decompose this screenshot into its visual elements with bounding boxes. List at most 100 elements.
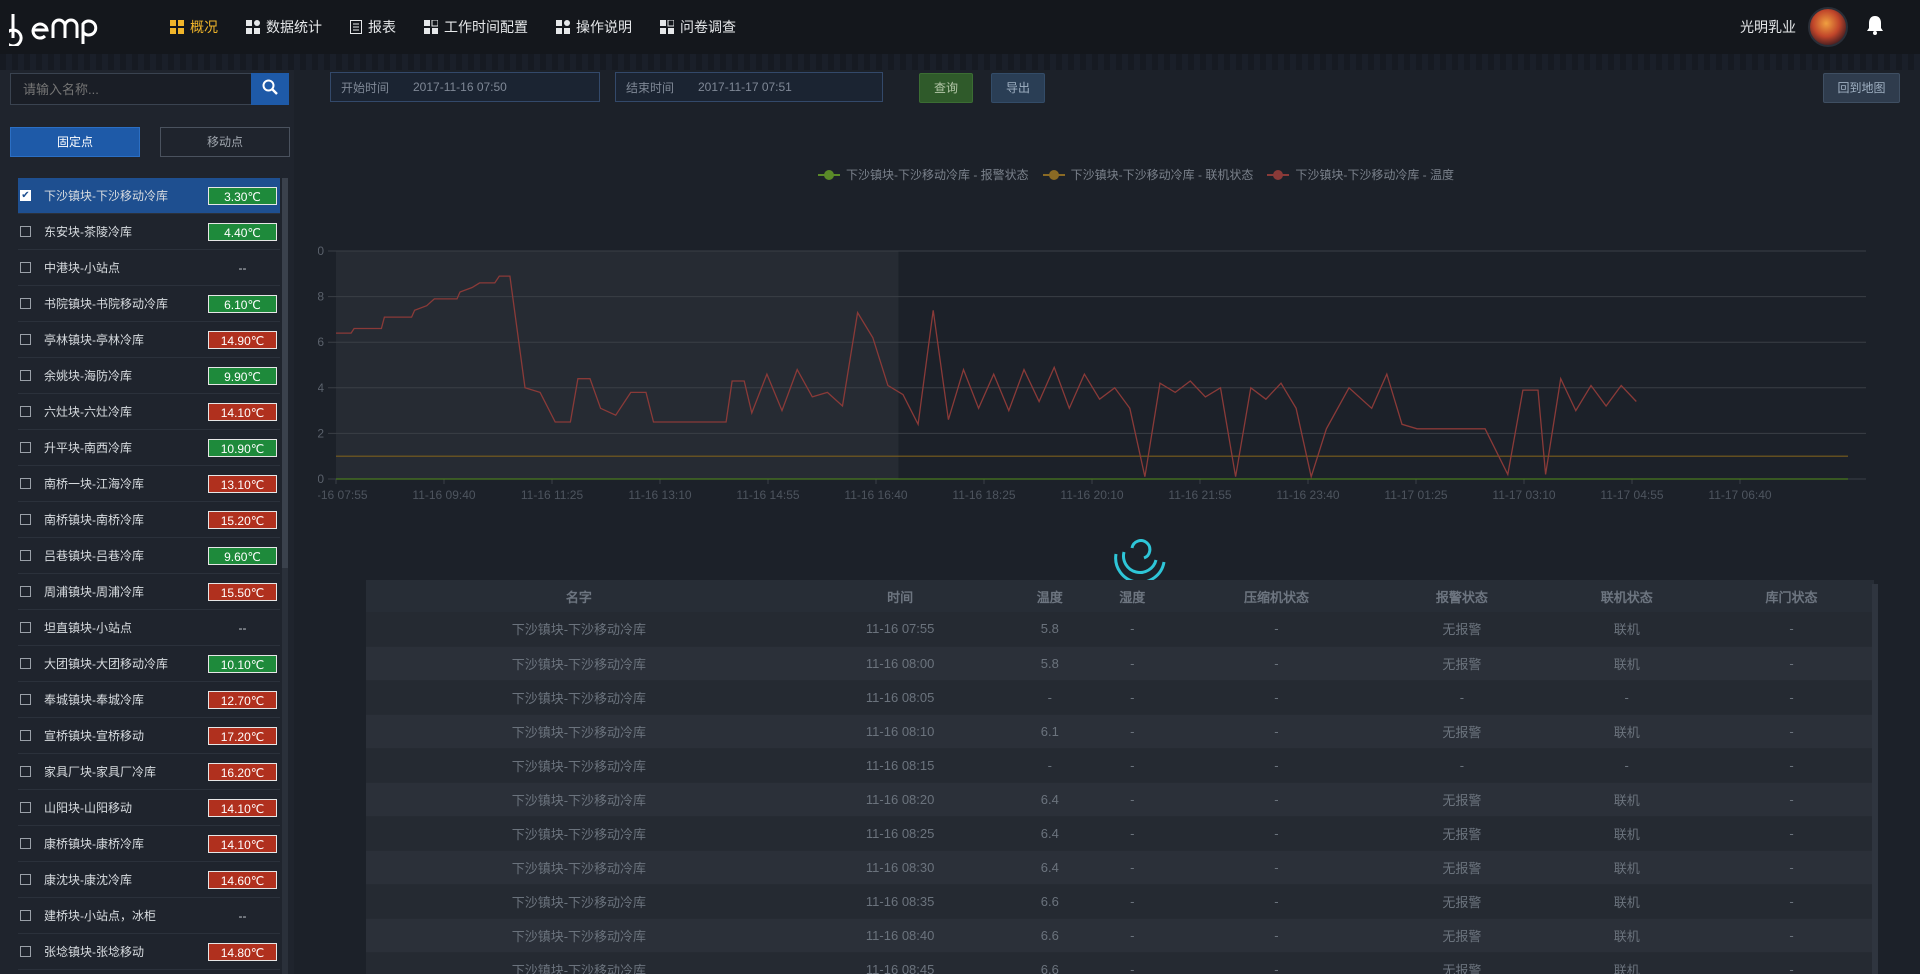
nav-item-1[interactable]: 数据统计 <box>246 17 322 37</box>
list-item[interactable]: 宣桥镇块-宣桥移动 17.20℃ <box>18 718 280 754</box>
checkbox[interactable] <box>20 586 31 597</box>
nav-item-4[interactable]: 操作说明 <box>556 17 632 37</box>
list-item[interactable]: 周浦镇块-周浦冷库 15.50℃ <box>18 574 280 610</box>
list-item[interactable]: 奉城镇块-奉城冷库 12.70℃ <box>18 682 280 718</box>
list-item[interactable]: 南桥一块-江海冷库 13.10℃ <box>18 466 280 502</box>
checkbox[interactable] <box>20 838 31 849</box>
list-item[interactable]: 东安块-茶陵冷库 4.40℃ <box>18 214 280 250</box>
x-tick-label: 11-17 06:40 <box>1708 488 1771 502</box>
checkbox[interactable] <box>20 694 31 705</box>
checkbox[interactable]: ✔ <box>20 190 31 201</box>
list-item[interactable]: 余姚块-海防冷库 9.90℃ <box>18 358 280 394</box>
column-header[interactable]: 温度 <box>1008 580 1092 612</box>
table-row[interactable]: 下沙镇块-下沙移动冷库 11-16 08:35 6.6- - 无报警 联机 - <box>366 884 1874 919</box>
checkbox[interactable] <box>20 370 31 381</box>
checkbox[interactable] <box>20 910 31 921</box>
checkbox[interactable] <box>20 658 31 669</box>
tab-fixed-points[interactable]: 固定点 <box>10 127 140 157</box>
table-scrollbar[interactable] <box>1872 584 1878 974</box>
x-tick-label: 11-16 20:10 <box>1060 488 1123 502</box>
list-item[interactable]: 六灶块-六灶冷库 14.10℃ <box>18 394 280 430</box>
checkbox[interactable] <box>20 406 31 417</box>
checkbox[interactable] <box>20 730 31 741</box>
checkbox[interactable] <box>20 514 31 525</box>
table-cell: 下沙镇块-下沙移动冷库 <box>366 714 792 749</box>
checkbox[interactable] <box>20 442 31 453</box>
query-button[interactable]: 查询 <box>919 73 973 103</box>
checkbox[interactable] <box>20 298 31 309</box>
table-row[interactable]: 下沙镇块-下沙移动冷库 11-16 08:00 5.8- - 无报警 联机 - <box>366 646 1874 681</box>
table-cell: - <box>1091 884 1174 919</box>
checkbox[interactable] <box>20 550 31 561</box>
list-item[interactable]: 康桥镇块-康桥冷库 14.10℃ <box>18 826 280 862</box>
list-item[interactable]: 建桥块-小站点，冰柜 -- <box>18 898 280 934</box>
column-header[interactable]: 名字 <box>366 580 792 612</box>
checkbox[interactable] <box>20 946 31 957</box>
list-item[interactable]: 大团镇块-大团移动冷库 10.10℃ <box>18 646 280 682</box>
table-cell: - <box>1709 748 1874 783</box>
column-header[interactable]: 库门状态 <box>1709 580 1874 612</box>
start-time-field[interactable]: 开始时间 2017-11-16 07:50 <box>330 72 600 102</box>
checkbox[interactable] <box>20 622 31 633</box>
table-row[interactable]: 下沙镇块-下沙移动冷库 11-16 08:40 6.6- - 无报警 联机 - <box>366 918 1874 953</box>
table-row[interactable]: 下沙镇块-下沙移动冷库 11-16 08:05- - - - - - <box>366 680 1874 715</box>
table-row[interactable]: 下沙镇块-下沙移动冷库 11-16 08:20 6.4- - 无报警 联机 - <box>366 782 1874 817</box>
column-header[interactable]: 时间 <box>791 580 1009 612</box>
column-header[interactable]: 报警状态 <box>1379 580 1545 612</box>
report-icon <box>350 20 362 34</box>
column-header[interactable]: 压缩机状态 <box>1173 580 1380 612</box>
avatar[interactable] <box>1808 7 1848 47</box>
list-item[interactable]: 中港块-小站点 -- <box>18 250 280 286</box>
list-item[interactable]: 书院镇块-书院移动冷库 6.10℃ <box>18 286 280 322</box>
table-row[interactable]: 下沙镇块-下沙移动冷库 11-16 08:30 6.4- - 无报警 联机 - <box>366 850 1874 885</box>
table-row[interactable]: 下沙镇块-下沙移动冷库 11-16 08:45 6.6- - 无报警 联机 - <box>366 952 1874 974</box>
checkbox[interactable] <box>20 334 31 345</box>
bell-icon[interactable] <box>1866 15 1884 40</box>
x-tick-label: 11-16 11:25 <box>521 488 584 502</box>
main-nav: 概况 数据统计 报表 工作时间配置 操作说明 问卷调查 <box>170 0 764 54</box>
table-row[interactable]: 下沙镇块-下沙移动冷库 11-16 08:15- - - - - - <box>366 748 1874 783</box>
checkbox[interactable] <box>20 478 31 489</box>
table-row[interactable]: 下沙镇块-下沙移动冷库 11-16 07:55 5.8- - 无报警 联机 - <box>366 612 1874 647</box>
checkbox[interactable] <box>20 262 31 273</box>
sidebar-scroll-thumb[interactable] <box>282 178 288 568</box>
sidebar: 固定点 移动点 ✔下沙镇块-下沙移动冷库3.30℃东安块-茶陵冷库4.40℃中港… <box>0 70 294 974</box>
legend-item-temperature[interactable]: 下沙镇块-下沙移动冷库 - 温度 <box>1267 166 1454 183</box>
list-item[interactable]: 康沈块-康沈冷库 14.60℃ <box>18 862 280 898</box>
tab-mobile-points[interactable]: 移动点 <box>160 127 290 157</box>
export-button[interactable]: 导出 <box>991 73 1045 103</box>
list-item[interactable]: ✔ 下沙镇块-下沙移动冷库 3.30℃ <box>18 178 280 214</box>
sidebar-scrollbar[interactable] <box>282 178 288 974</box>
table-row[interactable]: 下沙镇块-下沙移动冷库 11-16 08:10 6.1- - 无报警 联机 - <box>366 714 1874 749</box>
end-time-field[interactable]: 结束时间 2017-11-17 07:51 <box>615 72 883 102</box>
temperature-badge: -- <box>238 260 247 275</box>
list-item[interactable]: 吕巷镇块-吕巷冷库 9.60℃ <box>18 538 280 574</box>
list-item[interactable]: 升平块-南西冷库 10.90℃ <box>18 430 280 466</box>
legend-item-online[interactable]: 下沙镇块-下沙移动冷库 - 联机状态 <box>1042 166 1253 183</box>
legend-item-alarm[interactable]: 下沙镇块-下沙移动冷库 - 报警状态 <box>818 166 1029 183</box>
nav-item-2[interactable]: 报表 <box>350 17 396 37</box>
temperature-badge: 3.30℃ <box>208 186 277 205</box>
checkbox[interactable] <box>20 226 31 237</box>
table-cell: - <box>1709 714 1874 749</box>
list-item[interactable]: 南桥镇块-南桥冷库 15.20℃ <box>18 502 280 538</box>
checkbox[interactable] <box>20 766 31 777</box>
list-item[interactable]: 坦直镇块-小站点 -- <box>18 610 280 646</box>
brand-logo[interactable] <box>0 0 108 54</box>
nav-item-3[interactable]: 工作时间配置 <box>424 17 528 37</box>
list-item[interactable]: 山阳块-山阳移动 14.10℃ <box>18 790 280 826</box>
list-item[interactable]: 张埝镇块-张埝移动 14.80℃ <box>18 934 280 970</box>
table-row[interactable]: 下沙镇块-下沙移动冷库 11-16 08:25 6.4- - 无报警 联机 - <box>366 816 1874 851</box>
checkbox[interactable] <box>20 874 31 885</box>
checkbox[interactable] <box>20 802 31 813</box>
list-item[interactable]: 亭林镇块-亭林冷库 14.90℃ <box>18 322 280 358</box>
column-header[interactable]: 联机状态 <box>1544 580 1710 612</box>
search-button[interactable] <box>251 73 289 105</box>
list-item[interactable]: 家具厂块-家具厂冷库 16.20℃ <box>18 754 280 790</box>
nav-item-5[interactable]: 问卷调查 <box>660 17 736 37</box>
search-input[interactable] <box>10 73 252 105</box>
back-to-map-button[interactable]: 回到地图 <box>1823 73 1900 103</box>
column-header[interactable]: 湿度 <box>1091 580 1174 612</box>
nav-item-0[interactable]: 概况 <box>170 17 218 37</box>
x-tick-label: 11-16 23:40 <box>1276 488 1339 502</box>
